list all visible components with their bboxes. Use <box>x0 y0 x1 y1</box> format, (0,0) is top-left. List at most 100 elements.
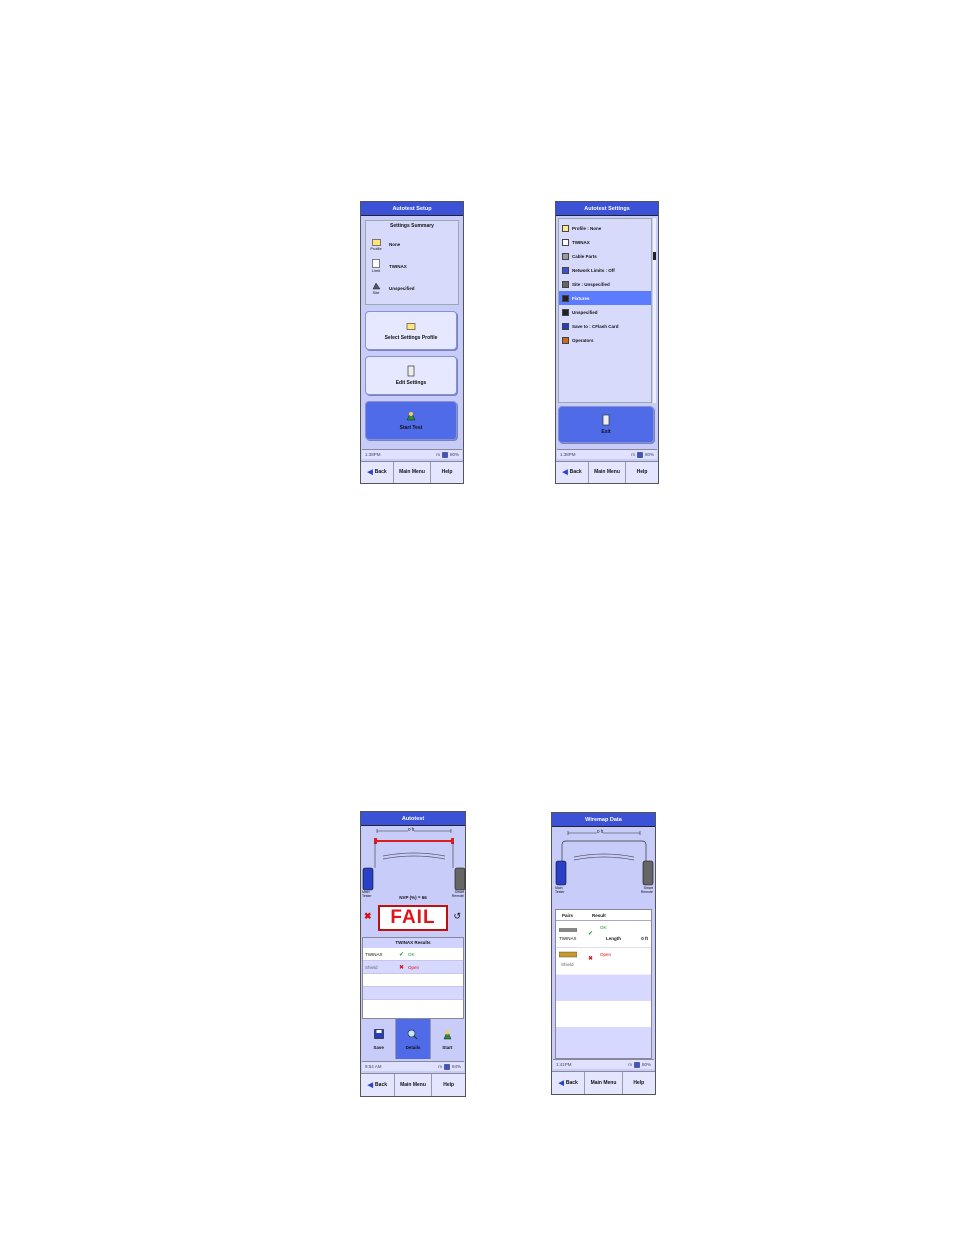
result-status: OK <box>408 951 415 957</box>
screen-title: Wiremap Data <box>552 813 655 827</box>
help-button[interactable]: Help <box>626 462 658 483</box>
help-button[interactable]: Help <box>432 1074 465 1096</box>
save-button[interactable]: Save <box>362 1019 397 1059</box>
retest-icon[interactable]: ↺ <box>453 911 461 922</box>
folder-icon <box>562 224 569 232</box>
magnifier-icon <box>408 1029 418 1039</box>
summary-label: Site <box>372 289 380 295</box>
list-item-limit[interactable]: TWINAX <box>559 235 651 249</box>
summary-row-profile: Profile None <box>366 233 458 255</box>
summary-header: Settings Summary <box>390 223 434 229</box>
back-arrow-icon: ◀ <box>558 1079 564 1087</box>
column-header: Result <box>592 912 606 918</box>
summary-value: TWINAX <box>389 263 407 269</box>
start-test-icon <box>406 411 416 421</box>
list-item-network-limits[interactable]: Network Limits : Off <box>559 263 651 277</box>
result-row-empty <box>363 974 463 987</box>
back-arrow-icon: ◀ <box>367 1081 374 1089</box>
details-button[interactable]: Details <box>396 1019 431 1059</box>
list-item-save-to[interactable]: Save to : CFlash Card <box>559 319 651 333</box>
exit-button[interactable]: Exit <box>558 406 654 443</box>
operator-icon <box>562 336 569 344</box>
network-icon <box>562 266 569 274</box>
table-row[interactable]: Shield ✖ Open <box>556 947 651 974</box>
screen-title: Autotest <box>361 812 465 826</box>
autotest-settings-screen: Autotest Settings Profile : None TWINAX … <box>555 201 659 484</box>
battery-readout: 84% <box>451 1064 461 1069</box>
button-label: Start Test <box>399 425 423 431</box>
button-label: Details <box>405 1044 421 1050</box>
summary-label: Limit <box>371 268 381 273</box>
start-button[interactable]: Start <box>431 1019 464 1059</box>
list-item-fixtures[interactable]: Fixtures <box>559 291 651 305</box>
x-icon: ✖ <box>399 964 405 971</box>
site-icon <box>562 280 569 288</box>
result-status: Open <box>408 964 420 970</box>
nav-bar: ◀ Back Main Menu Help <box>361 461 463 483</box>
result-row-shield[interactable]: Shield ✖ Open <box>363 961 463 974</box>
list-item-site[interactable]: Site : Unspecified <box>559 277 651 291</box>
start-test-button[interactable]: Start Test <box>365 401 457 440</box>
units-readout: m <box>436 452 440 457</box>
result-name: TWINAX <box>365 951 383 957</box>
status-bar: 1:38PM m 80% <box>557 449 657 459</box>
length-label: Length <box>606 936 621 941</box>
wiremap-data-screen: Wiremap Data 0 ft Main Tester Smart Remo… <box>551 812 656 1095</box>
help-button[interactable]: Help <box>431 462 463 483</box>
result-status: Open <box>600 952 612 957</box>
summary-row-site: Site Unspecified <box>366 277 458 299</box>
button-label: Back <box>375 1081 387 1088</box>
battery-readout: 80% <box>449 452 459 457</box>
screen-title: Autotest Settings <box>556 202 658 216</box>
list-item-label: Cable Parts <box>572 253 597 259</box>
result-row-twinax[interactable]: TWINAX ✔ OK <box>363 948 463 961</box>
battery-icon <box>442 451 448 458</box>
clock-readout: 1:41PM <box>556 1062 572 1067</box>
scrollbar-thumb[interactable] <box>653 252 656 260</box>
select-settings-profile-button[interactable]: Select Settings Profile <box>365 311 457 350</box>
back-button[interactable]: ◀ Back <box>361 462 394 483</box>
list-item-label: Site : Unspecified <box>572 281 610 287</box>
main-menu-button[interactable]: Main Menu <box>395 1074 433 1096</box>
settings-summary-panel: Settings Summary Profile None Limit TWIN… <box>365 220 459 305</box>
save-icon <box>562 322 569 330</box>
scrollbar[interactable] <box>653 218 656 403</box>
list-item-profile[interactable]: Profile : None <box>559 221 651 235</box>
list-item-label: Network Limits : Off <box>572 267 615 273</box>
summary-value: None <box>389 241 401 247</box>
folder-icon <box>371 238 381 246</box>
main-menu-button[interactable]: Main Menu <box>589 462 626 483</box>
back-button[interactable]: ◀ Back <box>552 1072 586 1094</box>
edit-settings-button[interactable]: Edit Settings <box>365 356 457 395</box>
site-icon <box>372 282 380 289</box>
main-menu-button[interactable]: Main Menu <box>394 462 431 483</box>
document-icon <box>562 238 569 246</box>
twinax-pair-icon <box>559 928 577 932</box>
cable-icon <box>562 252 569 260</box>
list-item-cable-parts[interactable]: Cable Parts <box>559 249 651 263</box>
table-row-empty <box>556 1001 651 1027</box>
nav-bar: ◀ Back Main Menu Help <box>361 1073 465 1096</box>
list-item-unspecified[interactable]: Unspecified <box>559 305 651 319</box>
result-name: Shield <box>365 964 378 970</box>
length-value: 0 ft <box>641 936 648 941</box>
list-item-operators[interactable]: Operators <box>559 333 651 347</box>
clock-readout: 1:38PM <box>560 452 576 457</box>
check-icon: ✔ <box>588 931 594 937</box>
help-button[interactable]: Help <box>623 1072 655 1094</box>
autotest-setup-screen: Autotest Setup Settings Summary Profile … <box>360 201 464 484</box>
back-button[interactable]: ◀ Back <box>556 462 589 483</box>
units-readout: m <box>631 452 635 457</box>
list-item-label: TWINAX <box>572 239 590 245</box>
main-menu-button[interactable]: Main Menu <box>585 1072 623 1094</box>
button-label: Save <box>373 1044 384 1050</box>
far-end-label: Smart Remote <box>640 886 653 894</box>
result-row-empty <box>363 987 463 1000</box>
back-button[interactable]: ◀ Back <box>361 1074 395 1096</box>
table-header: Pairs Result <box>556 910 651 921</box>
clock-readout: 9:54 AM <box>365 1064 382 1069</box>
units-readout: m <box>628 1062 632 1067</box>
button-label: Exit <box>601 429 611 435</box>
table-row[interactable]: TWINAX ✔ OK Length 0 ft <box>556 921 651 947</box>
length-label: 0 ft <box>597 829 604 834</box>
